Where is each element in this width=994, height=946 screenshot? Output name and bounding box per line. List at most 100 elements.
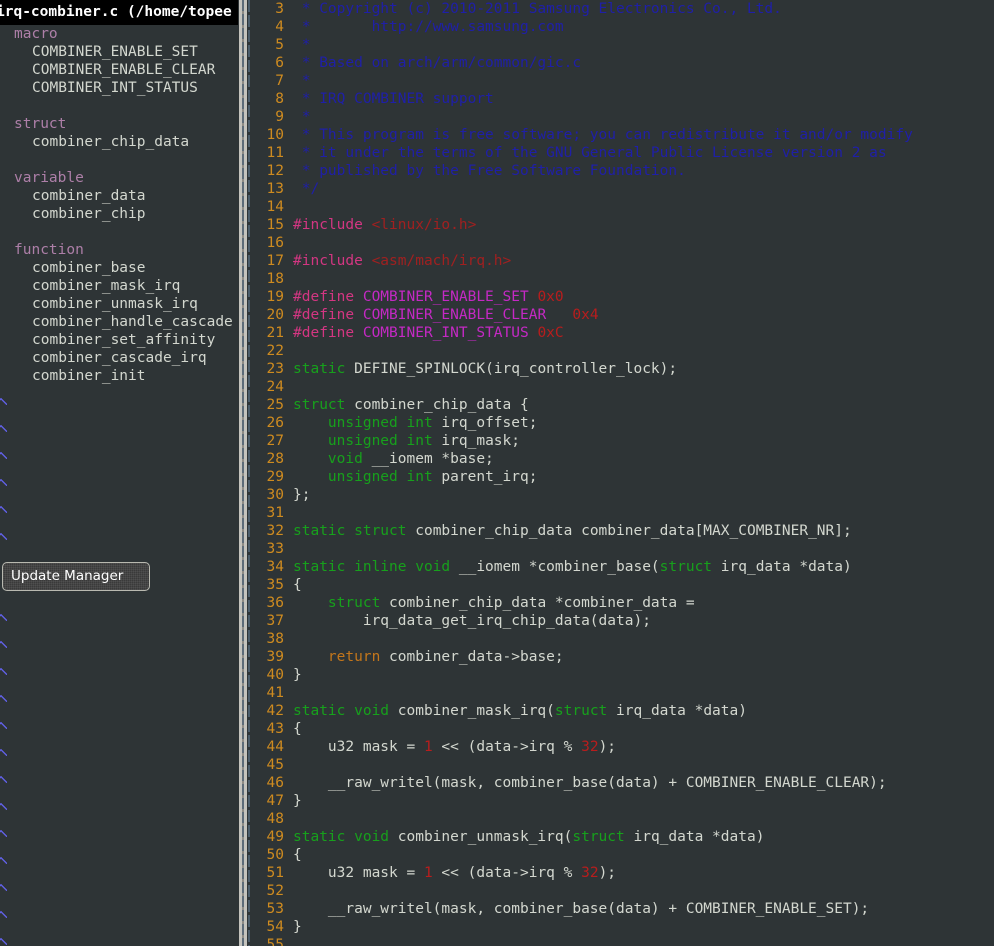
symbol-category-function[interactable]: function xyxy=(0,241,238,259)
symbol-item[interactable]: COMBINER_ENABLE_CLEAR xyxy=(0,61,238,79)
chevron-down-icon xyxy=(0,695,7,702)
symbol-item[interactable]: combiner_set_affinity xyxy=(0,331,238,349)
code-editor[interactable]: 3 * Copyright (c) 2010-2011 Samsung Elec… xyxy=(252,0,994,946)
code-line[interactable]: 24 xyxy=(252,378,994,396)
code-line[interactable]: 51 u32 mask = 1 << (data->irq % 32); xyxy=(252,864,994,882)
symbol-item[interactable]: COMBINER_ENABLE_SET xyxy=(0,43,238,61)
splitter-seam xyxy=(242,0,244,946)
symbol-item[interactable]: COMBINER_INT_STATUS xyxy=(0,79,238,97)
code-line[interactable]: 5 * xyxy=(252,36,994,54)
code-line[interactable]: 35 { xyxy=(252,576,994,594)
code-token-pre: #define xyxy=(293,289,363,305)
code-line[interactable]: 8 * IRQ COMBINER support xyxy=(252,90,994,108)
code-line[interactable]: 18 xyxy=(252,270,994,288)
code-token-kw: unsigned int xyxy=(327,469,433,485)
code-token-pre: #include xyxy=(293,253,372,269)
code-line[interactable]: 49 static void combiner_unmask_irq(struct… xyxy=(252,828,994,846)
code-line[interactable]: 9 * xyxy=(252,108,994,126)
code-line[interactable]: 22 xyxy=(252,342,994,360)
code-line[interactable]: 21 #define COMBINER_INT_STATUS 0xC xyxy=(252,324,994,342)
code-token-code: irq_data_get_irq_chip_data(data); xyxy=(293,613,651,629)
symbol-sidebar: irq-combiner.c (/home/topee macro COMBINE… xyxy=(0,0,238,946)
code-line[interactable]: 4 * http://www.samsung.com xyxy=(252,18,994,36)
code-line[interactable]: 23 static DEFINE_SPINLOCK(irq_controller_… xyxy=(252,360,994,378)
code-line[interactable]: 29 unsigned int parent_irq; xyxy=(252,468,994,486)
code-line[interactable]: 25 struct combiner_chip_data { xyxy=(252,396,994,414)
code-line[interactable]: 6 * Based on arch/arm/common/gic.c xyxy=(252,54,994,72)
code-line[interactable]: 54} xyxy=(252,918,994,936)
symbol-item[interactable]: combiner_init xyxy=(0,367,238,385)
line-number: 32 xyxy=(266,523,284,539)
code-token-inc: <asm/mach/irq.h> xyxy=(371,253,512,269)
line-number: 25 xyxy=(266,397,284,413)
code-line[interactable]: 52 xyxy=(252,882,994,900)
code-line[interactable]: 14 xyxy=(252,198,994,216)
code-line[interactable]: 26 unsigned int irq_offset; xyxy=(252,414,994,432)
code-token-kw: static void xyxy=(293,829,390,845)
code-token-cmt: * This program is free software; you can… xyxy=(293,127,913,143)
code-token-code: }; xyxy=(293,487,311,503)
symbol-item[interactable]: combiner_unmask_irq xyxy=(0,295,238,313)
code-line[interactable]: 13 */ xyxy=(252,180,994,198)
symbol-item[interactable]: combiner_cascade_irq xyxy=(0,349,238,367)
symbol-item[interactable]: combiner_handle_cascade xyxy=(0,313,238,331)
code-line[interactable]: 38 xyxy=(252,630,994,648)
code-line[interactable]: 12 * published by the Free Software Foun… xyxy=(252,162,994,180)
line-number: 10 xyxy=(266,127,284,143)
symbol-category-variable[interactable]: variable xyxy=(0,169,238,187)
code-token-code: combiner_chip_data combiner_data[MAX_COM… xyxy=(406,523,852,539)
chevron-down-icon xyxy=(0,614,7,621)
code-line[interactable]: 33 xyxy=(252,540,994,558)
code-token-num: 1 xyxy=(423,865,433,881)
chevron-down-icon xyxy=(0,911,7,918)
code-line[interactable]: 53 __raw_writel(mask, combiner_base(data… xyxy=(252,900,994,918)
code-line[interactable]: 44 u32 mask = 1 << (data->irq % 32); xyxy=(252,738,994,756)
symbol-tree[interactable]: macro COMBINER_ENABLE_SET COMBINER_ENABLE_… xyxy=(0,25,238,385)
symbol-item[interactable]: combiner_chip_data xyxy=(0,133,238,151)
code-token-cmt: * Based on arch/arm/common/gic.c xyxy=(293,55,582,71)
code-line[interactable]: 55 xyxy=(252,936,994,946)
code-line[interactable]: 45 xyxy=(252,756,994,774)
symbol-item[interactable]: combiner_mask_irq xyxy=(0,277,238,295)
code-line[interactable]: 3 * Copyright (c) 2010-2011 Samsung Elec… xyxy=(252,0,994,18)
code-line[interactable]: 43 { xyxy=(252,720,994,738)
line-number: 50 xyxy=(266,847,284,863)
update-manager-tooltip[interactable]: Update Manager xyxy=(2,562,150,591)
code-line[interactable]: 30}; xyxy=(252,486,994,504)
code-line[interactable]: 34 static inline void __iomem *combiner_b… xyxy=(252,558,994,576)
code-line[interactable]: 46 __raw_writel(mask, combiner_base(data… xyxy=(252,774,994,792)
code-line[interactable]: 16 xyxy=(252,234,994,252)
code-line[interactable]: 28 void __iomem *base; xyxy=(252,450,994,468)
code-line[interactable]: 17 #include <asm/mach/irq.h> xyxy=(252,252,994,270)
panel-splitter[interactable] xyxy=(238,0,252,946)
code-line[interactable]: 7 * xyxy=(252,72,994,90)
symbol-item[interactable]: combiner_data xyxy=(0,187,238,205)
code-line[interactable]: 47} xyxy=(252,792,994,810)
code-line[interactable]: 11 * it under the terms of the GNU Gener… xyxy=(252,144,994,162)
code-line[interactable]: 32 static struct combiner_chip_data combi… xyxy=(252,522,994,540)
symbol-item[interactable]: combiner_chip xyxy=(0,205,238,223)
code-line[interactable]: 42 static void combiner_mask_irq(struct i… xyxy=(252,702,994,720)
code-line[interactable]: 48 xyxy=(252,810,994,828)
line-number: 53 xyxy=(266,901,284,917)
code-token-code: irq_data *data) xyxy=(712,559,852,575)
code-line[interactable]: 39 return combiner_data->base; xyxy=(252,648,994,666)
code-token-code xyxy=(293,451,328,467)
code-line[interactable]: 36 struct combiner_chip_data *combiner_d… xyxy=(252,594,994,612)
code-line[interactable]: 40} xyxy=(252,666,994,684)
code-line[interactable]: 27 unsigned int irq_mask; xyxy=(252,432,994,450)
line-number: 30 xyxy=(266,487,284,503)
code-line[interactable]: 50 { xyxy=(252,846,994,864)
code-line[interactable]: 15 #include <linux/io.h> xyxy=(252,216,994,234)
code-line[interactable]: 19 #define COMBINER_ENABLE_SET 0x0 xyxy=(252,288,994,306)
symbol-group-macro: macro COMBINER_ENABLE_SET COMBINER_ENABLE_… xyxy=(0,25,238,97)
symbol-group-variable: variable combiner_data combiner_chip xyxy=(0,169,238,223)
symbol-item[interactable]: combiner_base xyxy=(0,259,238,277)
symbol-category-struct[interactable]: struct xyxy=(0,115,238,133)
code-line[interactable]: 10 * This program is free software; you … xyxy=(252,126,994,144)
code-line[interactable]: 31 xyxy=(252,504,994,522)
symbol-category-macro[interactable]: macro xyxy=(0,25,238,43)
code-line[interactable]: 20 #define COMBINER_ENABLE_CLEAR 0x4 xyxy=(252,306,994,324)
code-line[interactable]: 41 xyxy=(252,684,994,702)
code-line[interactable]: 37 irq_data_get_irq_chip_data(data); xyxy=(252,612,994,630)
